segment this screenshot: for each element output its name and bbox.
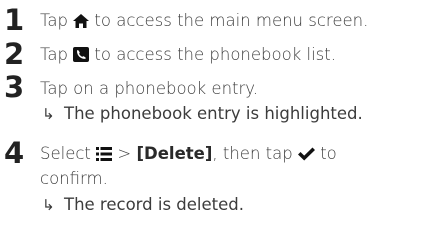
step-text-part: Tap — [40, 11, 74, 30]
checkmark-icon — [297, 143, 315, 169]
step-number: 4 — [4, 136, 25, 170]
step-text: Tap to access the main menu screen. — [40, 8, 368, 36]
step-result: ↳ The phonebook entry is highlighted. — [42, 101, 363, 127]
step-text: Tap on a phonebook entry. — [40, 79, 258, 98]
step-text-line2: confirm. — [40, 169, 108, 188]
phonebook-icon — [73, 44, 90, 70]
result-arrow-icon: ↳ — [42, 196, 55, 214]
step-number: 2 — [4, 37, 25, 71]
step-text: Select > [Delete], then tap to — [40, 141, 337, 169]
step-text-part: to access the phonebook list. — [89, 45, 336, 64]
step-text-part: to access the main menu screen. — [89, 11, 369, 30]
step-text-part: > — [112, 144, 137, 163]
step-result: ↳ The record is deleted. — [42, 192, 244, 218]
result-arrow-icon: ↳ — [42, 105, 55, 123]
home-icon — [73, 10, 90, 36]
step-text-part: to — [314, 144, 337, 163]
step-text-part: Tap — [40, 45, 74, 64]
step-text-part: Select — [40, 144, 97, 163]
step-result-text: The record is deleted. — [64, 195, 245, 214]
step-text-part: , then tap — [212, 144, 298, 163]
step-result-text: The phonebook entry is highlighted. — [64, 104, 363, 123]
step-number: 3 — [4, 70, 25, 104]
step-number: 1 — [4, 3, 25, 37]
step-text: Tap to access the phonebook list. — [40, 42, 336, 70]
delete-option: [Delete] — [136, 144, 213, 163]
